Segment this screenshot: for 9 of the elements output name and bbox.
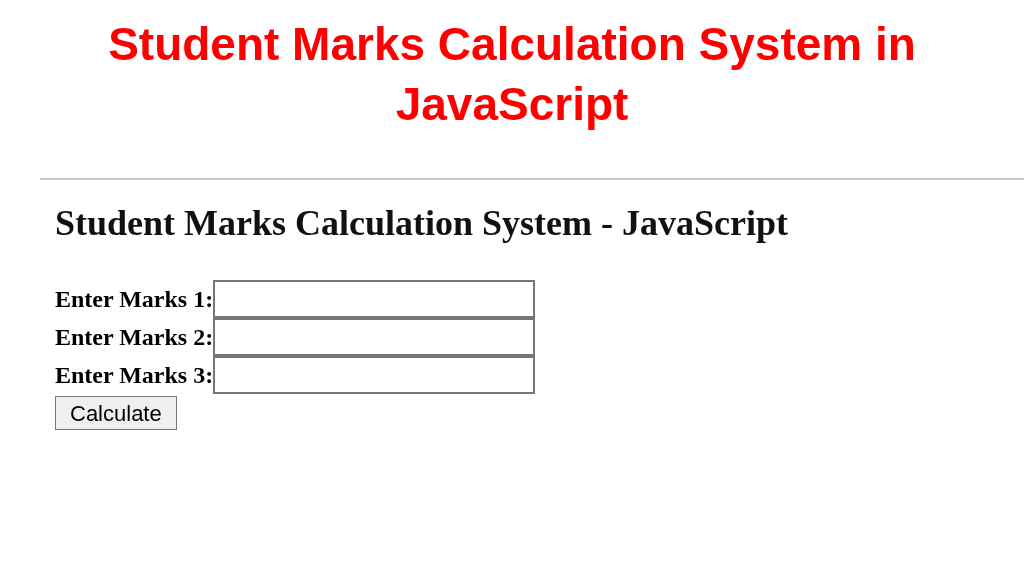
banner-title: Student Marks Calculation System in JavaScript	[107, 17, 917, 132]
marks-input[interactable]	[213, 318, 536, 356]
page-heading: Student Marks Calculation System - JavaScript	[55, 202, 789, 245]
marks-input[interactable]	[213, 280, 536, 318]
field-label: Enter Marks 3:	[55, 361, 214, 390]
marks-input[interactable]	[213, 356, 536, 394]
field-label: Enter Marks 1:	[55, 285, 214, 314]
field-label: Enter Marks 2:	[55, 323, 214, 352]
calculate-button[interactable]: Calculate	[55, 396, 177, 430]
